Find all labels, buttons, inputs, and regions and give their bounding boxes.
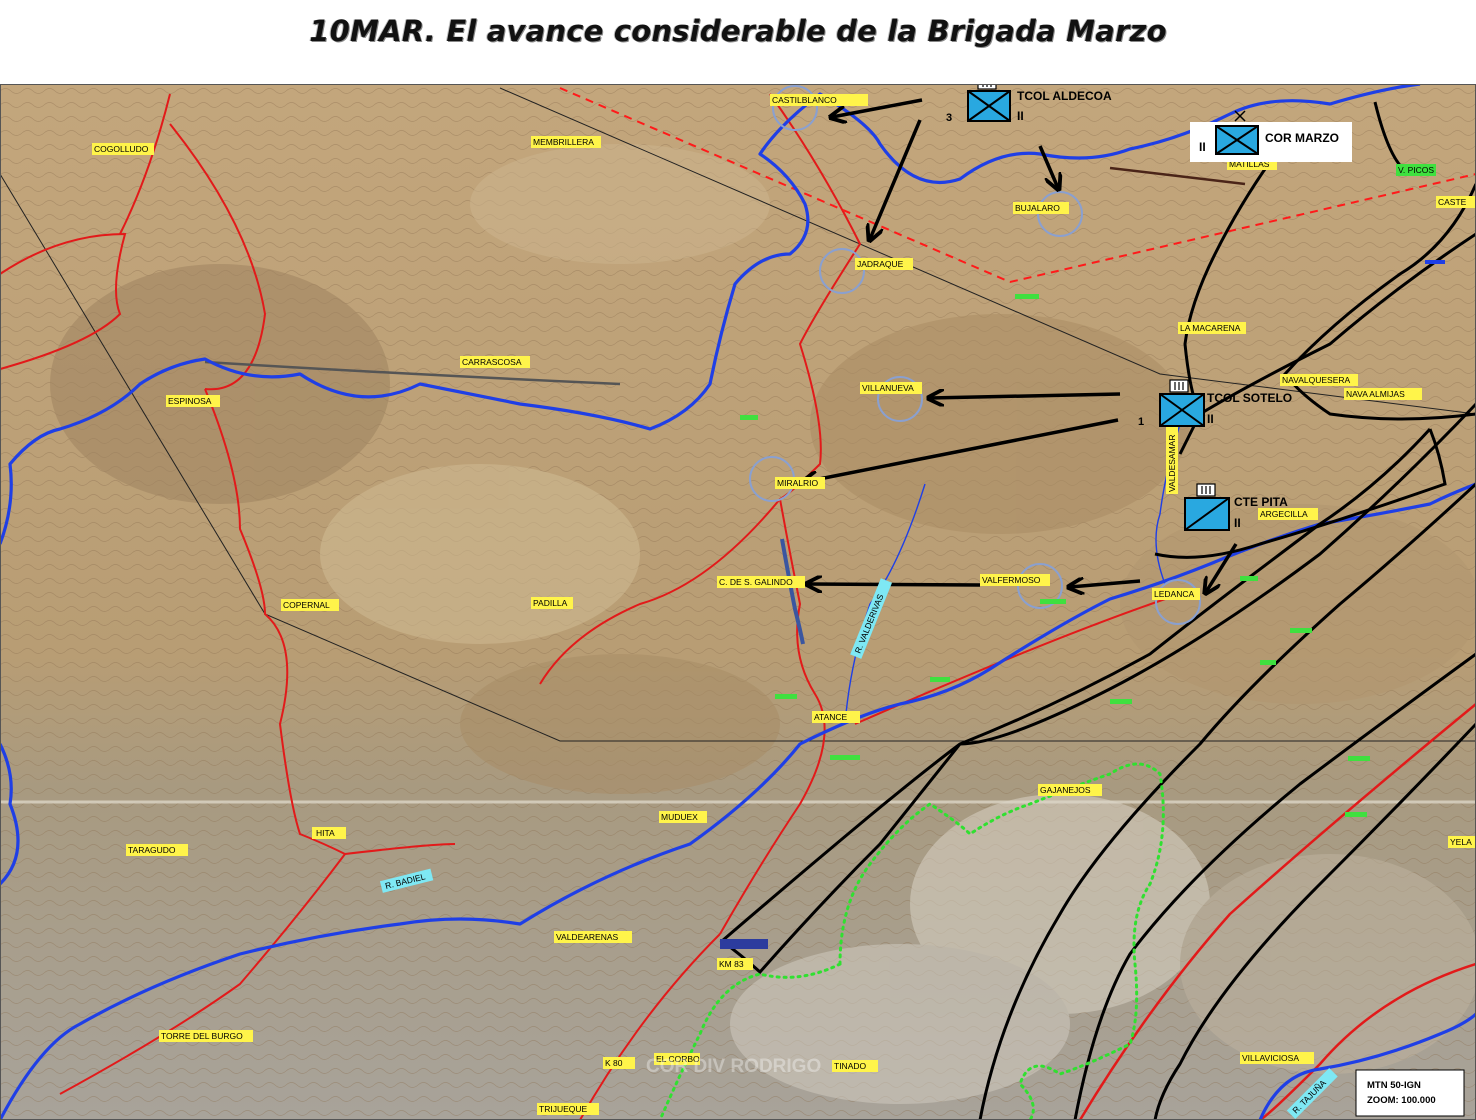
place-label: TORRE DEL BURGO xyxy=(159,1030,253,1042)
operations-map: CASTILBLANCO MEMBRILLERA COGOLLUDO JADRA… xyxy=(0,84,1476,1120)
place-label: CASTE xyxy=(1436,196,1476,208)
svg-text:ATANCE: ATANCE xyxy=(814,712,848,722)
svg-text:COR MARZO: COR MARZO xyxy=(1265,131,1339,145)
place-label: CARRASCOSA xyxy=(460,356,530,368)
svg-text:VALFERMOSO: VALFERMOSO xyxy=(982,575,1041,585)
svg-text:MUDUEX: MUDUEX xyxy=(661,812,698,822)
place-label: LA MACARENA xyxy=(1178,322,1246,334)
place-label: COGOLLUDO xyxy=(92,143,154,155)
svg-text:TRIJUEQUE: TRIJUEQUE xyxy=(539,1104,588,1114)
place-label: TINADO xyxy=(832,1060,878,1072)
svg-text:TORRE DEL BURGO: TORRE DEL BURGO xyxy=(161,1031,243,1041)
place-label: VILLANUEVA xyxy=(860,382,922,394)
place-label: YELA xyxy=(1448,836,1476,848)
svg-text:MTN 50-IGN: MTN 50-IGN xyxy=(1367,1080,1421,1091)
locality-marker xyxy=(930,677,950,682)
svg-text:GAJANEJOS: GAJANEJOS xyxy=(1040,785,1091,795)
place-label: C. DE S. GALINDO xyxy=(717,576,805,588)
svg-text:CASTILBLANCO: CASTILBLANCO xyxy=(772,95,837,105)
place-label: PADILLA xyxy=(531,597,573,609)
locality-marker xyxy=(1260,660,1276,665)
place-label: ESPINOSA xyxy=(166,395,220,407)
locality-marker xyxy=(1345,812,1367,817)
place-label: LEDANCA xyxy=(1152,588,1200,600)
svg-text:NAVALQUESERA: NAVALQUESERA xyxy=(1282,375,1351,385)
place-label: NAVALQUESERA xyxy=(1280,374,1358,386)
map-legend: MTN 50-IGN ZOOM: 100.000 xyxy=(1355,1069,1465,1117)
svg-text:TINADO: TINADO xyxy=(834,1061,867,1071)
place-label: JADRAQUE xyxy=(855,258,913,270)
svg-text:1: 1 xyxy=(1138,416,1144,428)
map-title: 10MAR. El avance considerable de la Brig… xyxy=(309,14,1167,48)
svg-text:VALDESAMAR: VALDESAMAR xyxy=(1167,435,1177,492)
svg-text:TCOL SOTELO: TCOL SOTELO xyxy=(1207,391,1292,405)
svg-text:COPERNAL: COPERNAL xyxy=(283,600,330,610)
watermark: COR DIV RODRIGO xyxy=(646,1056,821,1077)
svg-text:LEDANCA: LEDANCA xyxy=(1154,589,1194,599)
svg-text:KM 83: KM 83 xyxy=(719,959,744,969)
svg-text:VILLAVICIOSA: VILLAVICIOSA xyxy=(1242,1053,1299,1063)
place-label: CASTILBLANCO xyxy=(770,94,868,106)
locality-marker xyxy=(1015,294,1039,299)
place-label: MEMBRILLERA xyxy=(531,136,601,148)
place-label: KM 83 xyxy=(717,958,753,970)
svg-text:PADILLA: PADILLA xyxy=(533,598,568,608)
svg-text:C. DE S. GALINDO: C. DE S. GALINDO xyxy=(719,577,793,587)
place-label: ATANCE xyxy=(812,711,860,723)
place-label: ARGECILLA xyxy=(1258,508,1318,520)
place-label: TARAGUDO xyxy=(126,844,188,856)
locality-marker xyxy=(740,415,758,420)
svg-text:HITA: HITA xyxy=(316,828,335,838)
svg-text:NAVA ALMIJAS: NAVA ALMIJAS xyxy=(1346,389,1405,399)
place-label: BUJALARO xyxy=(1013,202,1069,214)
svg-text:K 80: K 80 xyxy=(605,1058,623,1068)
place-label: MUDUEX xyxy=(659,811,707,823)
svg-text:ARGECILLA: ARGECILLA xyxy=(1260,509,1308,519)
svg-text:YELA: YELA xyxy=(1450,837,1472,847)
attack-arrow xyxy=(808,584,981,585)
locality-marker xyxy=(1348,756,1370,761)
place-label: HITA xyxy=(312,827,346,839)
svg-text:VALDEARENAS: VALDEARENAS xyxy=(556,932,619,942)
locality-marker xyxy=(1240,576,1258,581)
svg-text:II: II xyxy=(1207,412,1214,426)
svg-text:II: II xyxy=(1234,516,1241,530)
place-label: TRIJUEQUE xyxy=(537,1103,599,1115)
place-label: V. PICOS xyxy=(1396,164,1436,176)
locality-marker xyxy=(1040,599,1066,604)
place-label: GAJANEJOS xyxy=(1038,784,1102,796)
locality-marker xyxy=(775,694,797,699)
svg-text:II: II xyxy=(1017,109,1024,123)
svg-text:CTE PITA: CTE PITA xyxy=(1234,495,1288,509)
svg-text:TARAGUDO: TARAGUDO xyxy=(128,845,176,855)
svg-text:BUJALARO: BUJALARO xyxy=(1015,203,1060,213)
svg-text:MEMBRILLERA: MEMBRILLERA xyxy=(533,137,594,147)
place-label: NAVA ALMIJAS xyxy=(1344,388,1422,400)
place-label: COPERNAL xyxy=(281,599,339,611)
blue-marker xyxy=(1425,260,1445,264)
svg-text:CARRASCOSA: CARRASCOSA xyxy=(462,357,522,367)
svg-text:3: 3 xyxy=(946,112,952,124)
svg-text:TCOL ALDECOA: TCOL ALDECOA xyxy=(1017,89,1112,103)
place-label: VALDESAMAR xyxy=(1166,422,1178,494)
svg-text:LA MACARENA: LA MACARENA xyxy=(1180,323,1241,333)
svg-text:VILLANUEVA: VILLANUEVA xyxy=(862,383,914,393)
svg-text:COGOLLUDO: COGOLLUDO xyxy=(94,144,149,154)
place-label: K 80 xyxy=(603,1057,635,1069)
place-label: VALFERMOSO xyxy=(980,574,1050,586)
locality-marker xyxy=(1290,628,1312,633)
svg-text:MIRALRIO: MIRALRIO xyxy=(777,478,818,488)
locality-marker xyxy=(1110,699,1132,704)
svg-text:JADRAQUE: JADRAQUE xyxy=(857,259,904,269)
km83-marker xyxy=(720,939,768,949)
place-label: VALDEARENAS xyxy=(554,931,632,943)
svg-text:ZOOM: 100.000: ZOOM: 100.000 xyxy=(1367,1095,1436,1106)
svg-text:II: II xyxy=(1199,140,1206,154)
place-label: MIRALRIO xyxy=(775,477,825,489)
svg-text:V. PICOS: V. PICOS xyxy=(1398,165,1434,175)
svg-text:ESPINOSA: ESPINOSA xyxy=(168,396,212,406)
locality-marker xyxy=(830,755,860,760)
place-label: VILLAVICIOSA xyxy=(1240,1052,1314,1064)
svg-text:CASTE: CASTE xyxy=(1438,197,1467,207)
